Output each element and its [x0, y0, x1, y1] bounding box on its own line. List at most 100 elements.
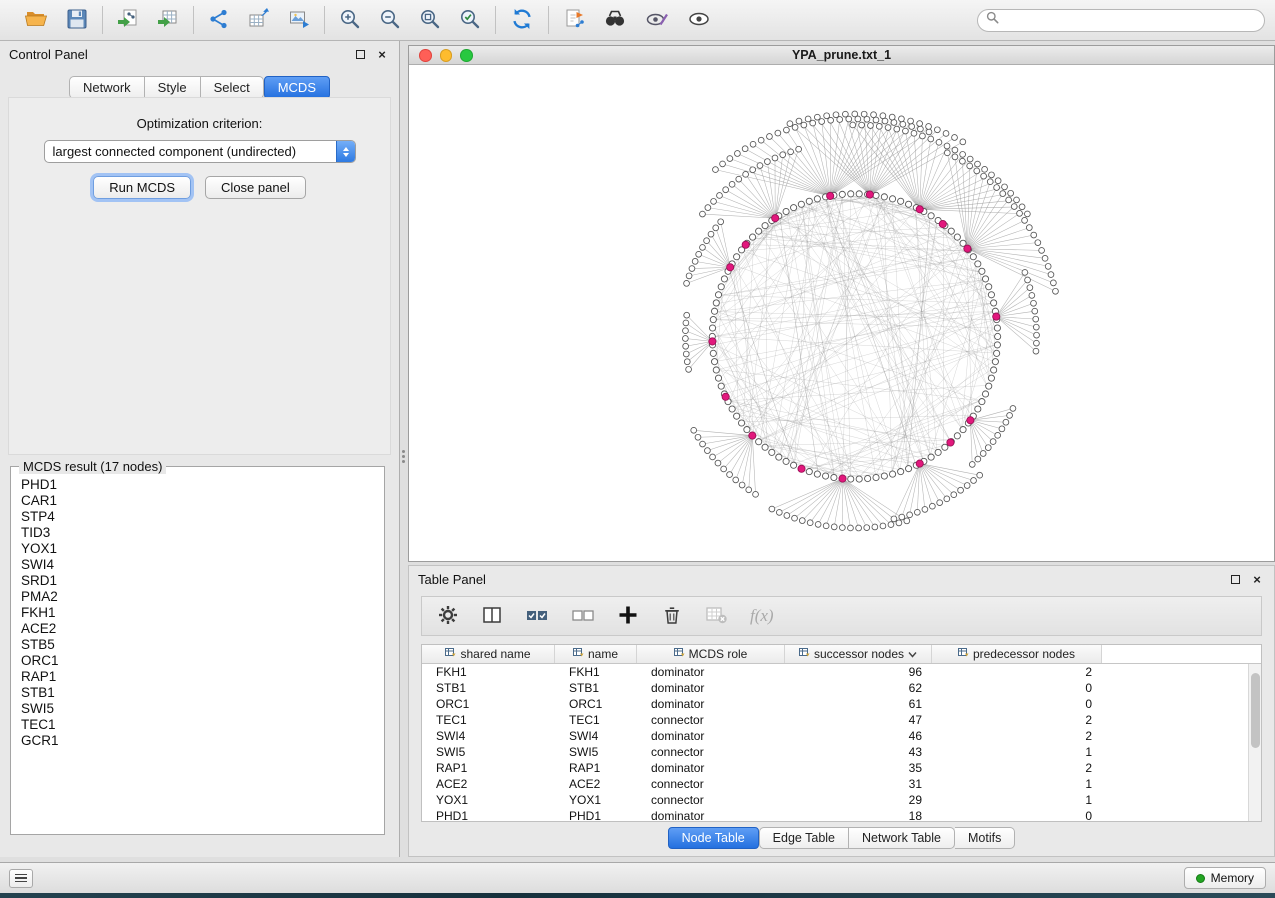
network-node[interactable] — [986, 383, 992, 389]
network-node[interactable] — [928, 136, 934, 142]
network-node[interactable] — [975, 406, 981, 412]
network-node[interactable] — [715, 292, 721, 298]
result-item[interactable]: SRD1 — [21, 573, 380, 589]
network-node[interactable] — [776, 454, 782, 460]
network-node[interactable] — [734, 413, 740, 419]
network-node[interactable] — [762, 444, 768, 450]
network-node[interactable] — [783, 458, 789, 464]
mcds-node[interactable] — [749, 432, 756, 439]
network-node[interactable] — [718, 219, 724, 225]
open-folder-button[interactable] — [22, 6, 50, 35]
network-node[interactable] — [764, 159, 770, 165]
network-node[interactable] — [792, 515, 798, 521]
result-item[interactable]: TID3 — [21, 525, 380, 541]
result-item[interactable]: STP4 — [21, 509, 380, 525]
network-node[interactable] — [942, 444, 948, 450]
task-menu-button[interactable] — [9, 869, 33, 888]
network-node[interactable] — [784, 513, 790, 519]
network-node[interactable] — [1033, 348, 1039, 354]
network-node[interactable] — [842, 111, 848, 117]
network-node[interactable] — [889, 196, 895, 202]
table-row[interactable]: SWI5SWI5connector431 — [422, 744, 1248, 760]
network-node[interactable] — [713, 225, 719, 231]
network-node[interactable] — [995, 333, 1001, 339]
network-node[interactable] — [967, 163, 973, 169]
network-node[interactable] — [814, 471, 820, 477]
network-node[interactable] — [977, 472, 983, 478]
network-node[interactable] — [960, 426, 966, 432]
network-node[interactable] — [904, 518, 910, 524]
function-builder-button[interactable]: f(x) — [750, 606, 774, 626]
network-node[interactable] — [979, 399, 985, 405]
import-table-button[interactable] — [155, 6, 181, 35]
network-node[interactable] — [952, 154, 958, 160]
tab-node-table[interactable]: Node Table — [668, 827, 759, 849]
network-node[interactable] — [734, 151, 740, 157]
network-node[interactable] — [742, 146, 748, 152]
network-node[interactable] — [899, 116, 905, 122]
result-item[interactable]: SWI4 — [21, 557, 380, 573]
run-mcds-button[interactable]: Run MCDS — [93, 176, 191, 199]
table-scrollbar[interactable] — [1248, 664, 1261, 821]
network-node[interactable] — [762, 223, 768, 229]
network-node[interactable] — [926, 129, 932, 135]
network-node[interactable] — [909, 124, 915, 130]
network-node[interactable] — [926, 124, 932, 130]
network-node[interactable] — [1029, 293, 1035, 299]
network-node[interactable] — [979, 268, 985, 274]
network-node[interactable] — [1019, 204, 1025, 210]
network-node[interactable] — [889, 471, 895, 477]
network-node[interactable] — [928, 213, 934, 219]
network-node[interactable] — [1017, 210, 1023, 216]
network-node[interactable] — [987, 179, 993, 185]
network-node[interactable] — [788, 149, 794, 155]
network-node[interactable] — [715, 460, 721, 466]
network-node[interactable] — [1000, 191, 1006, 197]
network-node[interactable] — [695, 434, 701, 440]
network-node[interactable] — [711, 308, 717, 314]
network-node[interactable] — [1034, 332, 1040, 338]
show-hide-button[interactable] — [685, 6, 713, 35]
network-node[interactable] — [1034, 340, 1040, 346]
close-panel-action-button[interactable]: Close panel — [205, 176, 306, 199]
network-node[interactable] — [831, 474, 837, 480]
network-node[interactable] — [1022, 217, 1028, 223]
network-node[interactable] — [974, 168, 980, 174]
mcds-node[interactable] — [709, 338, 716, 345]
network-node[interactable] — [704, 238, 710, 244]
network-node[interactable] — [814, 196, 820, 202]
mcds-node[interactable] — [964, 245, 971, 252]
network-node[interactable] — [873, 192, 879, 198]
close-panel-button[interactable]: × — [374, 46, 390, 62]
table-row[interactable]: FKH1FKH1dominator962 — [422, 664, 1248, 680]
network-node[interactable] — [1032, 308, 1038, 314]
network-node[interactable] — [985, 445, 991, 451]
network-node[interactable] — [954, 234, 960, 240]
result-item[interactable]: YOX1 — [21, 541, 380, 557]
network-node[interactable] — [780, 152, 786, 158]
network-node[interactable] — [686, 366, 692, 372]
network-node[interactable] — [757, 163, 763, 169]
column-header-mcds-role[interactable]: MCDS role — [637, 645, 785, 663]
search-field[interactable] — [977, 9, 1265, 32]
result-item[interactable]: ACE2 — [21, 621, 380, 637]
network-node[interactable] — [801, 122, 807, 128]
network-node[interactable] — [975, 261, 981, 267]
network-node[interactable] — [898, 469, 904, 475]
search-network-button[interactable] — [601, 6, 629, 35]
network-node[interactable] — [717, 193, 723, 199]
mcds-node[interactable] — [866, 191, 873, 198]
network-node[interactable] — [1002, 184, 1008, 190]
network-node[interactable] — [929, 503, 935, 509]
network-node[interactable] — [796, 118, 802, 124]
network-node[interactable] — [815, 522, 821, 528]
network-node[interactable] — [1033, 324, 1039, 330]
network-node[interactable] — [880, 523, 886, 529]
network-node[interactable] — [889, 114, 895, 120]
network-node[interactable] — [891, 120, 897, 126]
network-node[interactable] — [1042, 255, 1048, 261]
network-node[interactable] — [975, 161, 981, 167]
network-node[interactable] — [798, 201, 804, 207]
network-node[interactable] — [894, 126, 900, 132]
network-node[interactable] — [710, 316, 716, 322]
